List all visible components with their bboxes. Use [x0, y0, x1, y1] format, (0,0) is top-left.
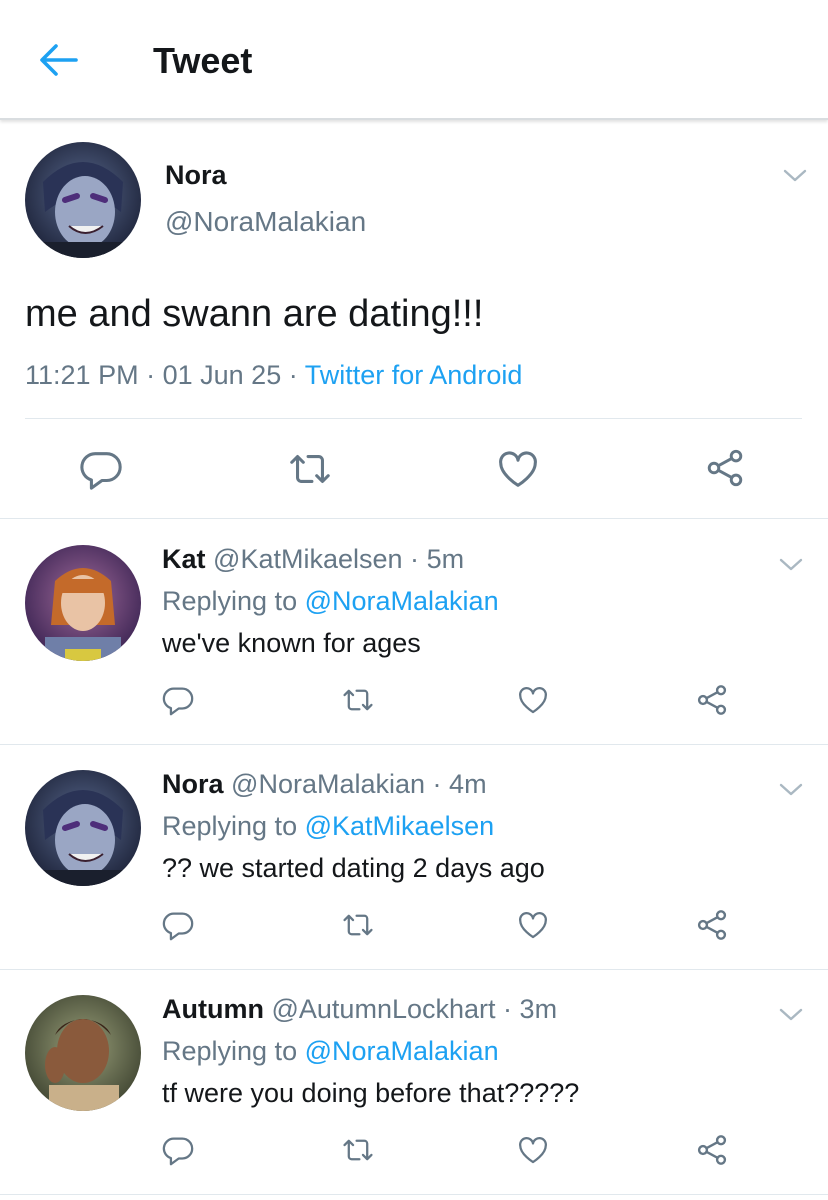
author-name[interactable]: Nora [162, 769, 224, 799]
reply-text: we've known for ages [162, 628, 421, 658]
author-handle[interactable]: @NoraMalakian [165, 205, 366, 239]
share-icon[interactable] [694, 907, 730, 943]
reply-header: Autumn @AutumnLockhart · 3m [162, 992, 557, 1026]
replying-to-line: Replying to @NoraMalakian [162, 1034, 499, 1068]
divider [25, 418, 802, 419]
tweet-text: me and swann are dating!!! [25, 293, 484, 335]
author-handle[interactable]: @KatMikaelsen [213, 544, 403, 574]
reply-text: tf were you doing before that????? [162, 1078, 580, 1108]
avatar[interactable] [25, 770, 141, 886]
reply-time: 3m [519, 994, 558, 1024]
share-icon[interactable] [694, 1132, 730, 1168]
like-icon[interactable] [516, 683, 550, 717]
reply-tweet[interactable]: Nora @NoraMalakian · 4m Replying to @Kat… [0, 745, 828, 970]
meta-separator: · [432, 769, 442, 799]
chevron-down-icon[interactable] [780, 165, 810, 185]
avatar[interactable] [25, 995, 141, 1111]
retweet-icon[interactable] [340, 908, 376, 942]
reply-header: Kat @KatMikaelsen · 5m [162, 542, 464, 576]
author-name[interactable]: Nora [165, 159, 227, 191]
top-app-bar: Tweet [0, 0, 828, 120]
kat-avatar-image [25, 545, 141, 661]
author-name[interactable]: Kat [162, 544, 206, 574]
reply-header: Nora @NoraMalakian · 4m [162, 767, 487, 801]
nora-avatar-image [25, 142, 141, 258]
replying-to-label: Replying to [162, 586, 298, 616]
reply-icon[interactable] [161, 908, 195, 942]
autumn-avatar-image [25, 995, 141, 1111]
reply-time: 4m [449, 769, 487, 799]
like-icon[interactable] [516, 1133, 550, 1167]
reply-time: 5m [426, 544, 465, 574]
share-icon[interactable] [694, 682, 730, 718]
avatar[interactable] [25, 545, 141, 661]
mention-link[interactable]: @KatMikaelsen [305, 811, 495, 841]
like-icon[interactable] [516, 908, 550, 942]
retweet-icon[interactable] [286, 446, 334, 492]
reply-text: ?? we started dating 2 days ago [162, 853, 545, 883]
replying-to-line: Replying to @NoraMalakian [162, 584, 499, 618]
chevron-down-icon[interactable] [776, 1004, 806, 1024]
like-icon[interactable] [495, 446, 541, 492]
meta-separator: · [503, 994, 513, 1024]
page-title: Tweet [153, 40, 253, 81]
reply-tweet[interactable]: Autumn @AutumnLockhart · 3m Replying to … [0, 970, 828, 1195]
back-arrow-icon[interactable] [36, 40, 80, 80]
meta-separator: · [410, 544, 420, 574]
author-handle[interactable]: @NoraMalakian [231, 769, 425, 799]
chevron-down-icon[interactable] [776, 554, 806, 574]
author-name[interactable]: Autumn [162, 994, 264, 1024]
replying-to-label: Replying to [162, 811, 298, 841]
tweet-meta: 11:21 PM · 01 Jun 25 · Twitter for Andro… [25, 358, 522, 392]
reply-icon[interactable] [161, 683, 195, 717]
retweet-icon[interactable] [340, 1133, 376, 1167]
retweet-icon[interactable] [340, 683, 376, 717]
meta-separator: · [146, 360, 156, 390]
tweet-source-link[interactable]: Twitter for Android [305, 360, 523, 390]
mention-link[interactable]: @NoraMalakian [305, 586, 499, 616]
meta-separator: · [288, 360, 298, 390]
replying-to-line: Replying to @KatMikaelsen [162, 809, 494, 843]
avatar[interactable] [25, 142, 141, 258]
tweet-date: 01 Jun 25 [162, 360, 282, 390]
replying-to-label: Replying to [162, 1036, 298, 1066]
tweet-time: 11:21 PM [25, 360, 139, 390]
nora-avatar-image [25, 770, 141, 886]
reply-icon[interactable] [161, 1133, 195, 1167]
share-icon[interactable] [703, 446, 747, 490]
author-handle[interactable]: @AutumnLockhart [272, 994, 496, 1024]
main-tweet: Nora @NoraMalakian me and swann are dati… [0, 121, 828, 519]
reply-tweet[interactable]: Kat @KatMikaelsen · 5m Replying to @Nora… [0, 520, 828, 745]
chevron-down-icon[interactable] [776, 779, 806, 799]
reply-icon[interactable] [78, 446, 124, 492]
mention-link[interactable]: @NoraMalakian [305, 1036, 499, 1066]
